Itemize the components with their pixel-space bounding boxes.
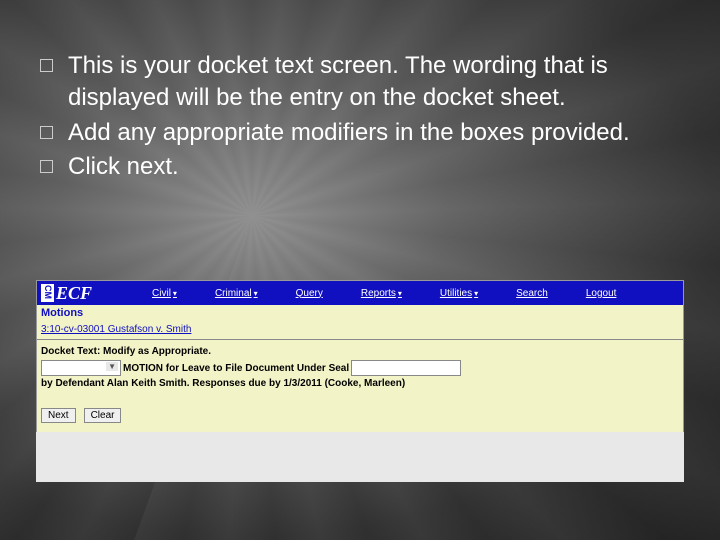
next-button[interactable]: Next [41, 408, 76, 423]
body-area: Motions 3:10-cv-03001 Gustafson v. Smith… [37, 305, 683, 437]
logo: CM ECF [41, 283, 92, 303]
chevron-down-icon: ▾ [254, 289, 258, 298]
menu-query[interactable]: Query [296, 288, 323, 299]
buttons-row: Next Clear [37, 390, 683, 437]
menu-logout[interactable]: Logout [586, 288, 617, 299]
chevron-down-icon: ▾ [398, 289, 402, 298]
motions-header: Motions 3:10-cv-03001 Gustafson v. Smith [37, 305, 683, 337]
chevron-down-icon: ▾ [474, 289, 478, 298]
docket-label: Docket Text: Modify as Appropriate. [37, 342, 683, 359]
menu-utilities[interactable]: Utilities▾ [440, 288, 478, 299]
docket-text-part2: by Defendant Alan Keith Smith. Responses… [41, 378, 405, 389]
chevron-down-icon: ▾ [173, 289, 177, 298]
motions-title: Motions [41, 307, 679, 319]
case-link[interactable]: 3:10-cv-03001 Gustafson v. Smith [41, 324, 191, 335]
topbar: CM ECF Civil▾ Criminal▾ Query Reports▾ U… [37, 281, 683, 305]
divider [37, 339, 683, 340]
modifier-input[interactable] [351, 360, 461, 376]
docket-text-part1: MOTION for Leave to File Document Under … [123, 363, 349, 374]
logo-ecf: ECF [56, 283, 92, 304]
modifier-dropdown[interactable] [41, 360, 121, 376]
clear-button[interactable]: Clear [84, 408, 122, 423]
bullet-list: This is your docket text screen. The wor… [40, 50, 690, 184]
menu-civil[interactable]: Civil▾ [152, 288, 177, 299]
docket-row: MOTION for Leave to File Document Under … [37, 359, 683, 390]
bullet-item: This is your docket text screen. The wor… [40, 50, 690, 115]
below-screenshot-area [36, 432, 684, 482]
bullet-item: Add any appropriate modifiers in the box… [40, 117, 690, 149]
logo-cm: CM [41, 284, 54, 302]
menu-criminal[interactable]: Criminal▾ [215, 288, 258, 299]
menu-reports[interactable]: Reports▾ [361, 288, 402, 299]
slide-content: This is your docket text screen. The wor… [0, 0, 720, 184]
ecf-screenshot: CM ECF Civil▾ Criminal▾ Query Reports▾ U… [36, 280, 684, 438]
menu-search[interactable]: Search [516, 288, 548, 299]
bullet-item: Click next. [40, 151, 690, 183]
main-menu: Civil▾ Criminal▾ Query Reports▾ Utilitie… [152, 288, 616, 299]
